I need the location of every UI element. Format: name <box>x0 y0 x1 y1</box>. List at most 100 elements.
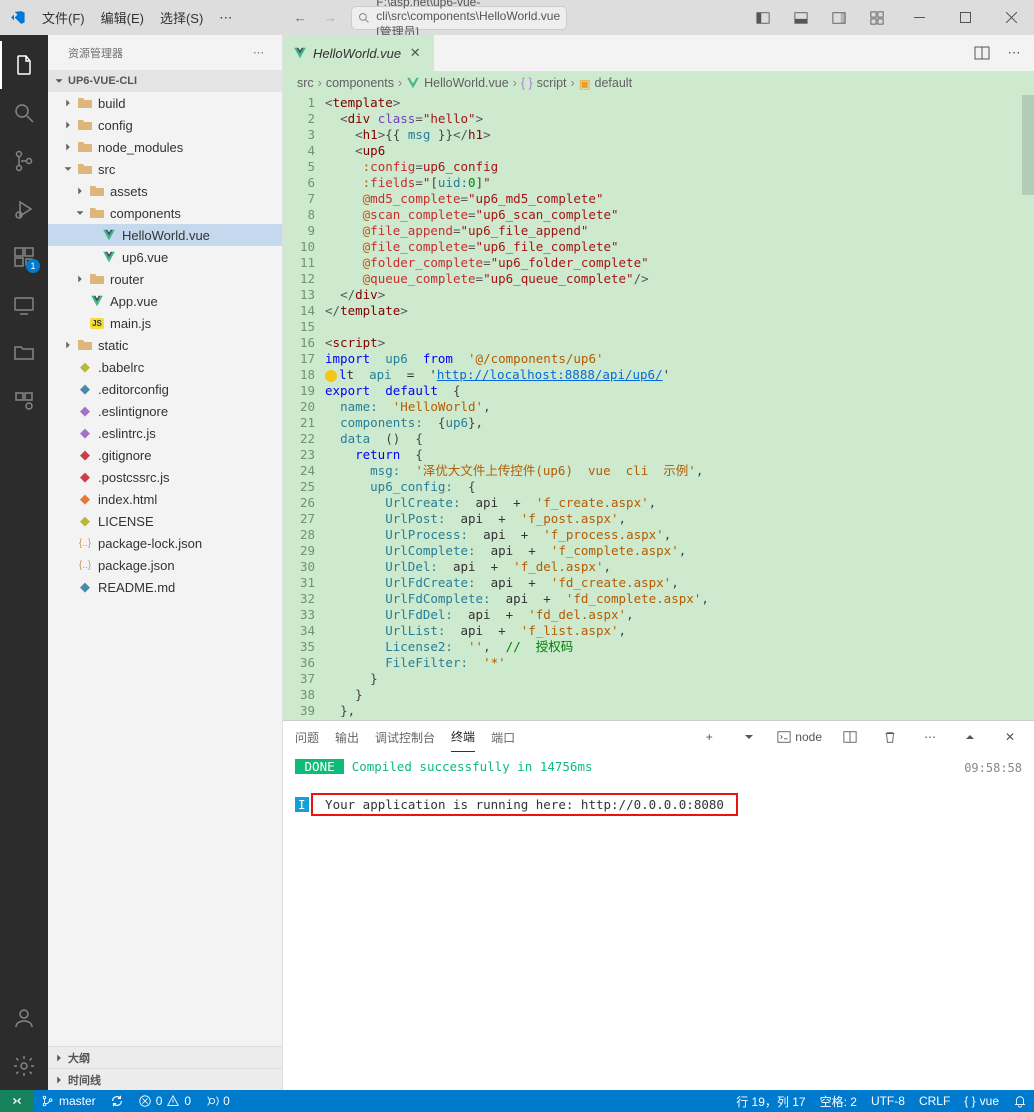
menu-file[interactable]: 文件(F) <box>34 0 93 35</box>
eol-button[interactable]: CRLF <box>912 1090 957 1112</box>
tab-terminal[interactable]: 终端 <box>451 722 475 752</box>
terminal-time: 09:58:58 <box>964 761 1022 775</box>
file-item[interactable]: up6.vue <box>48 246 282 268</box>
file-item[interactable]: ◆.eslintignore <box>48 400 282 422</box>
file-item[interactable]: ◆.postcssrc.js <box>48 466 282 488</box>
file-item[interactable]: ◆README.md <box>48 576 282 598</box>
folder-item[interactable]: assets <box>48 180 282 202</box>
menu-selection[interactable]: 选择(S) <box>152 0 211 35</box>
title-bar: 文件(F) 编辑(E) 选择(S) ⋯ ← → F:\asp.net\up6-v… <box>0 0 1034 35</box>
editor-actions: ⋯ <box>968 35 1034 71</box>
code-editor[interactable]: 1234567891011121314151617181920212223242… <box>283 95 1034 720</box>
editor-area: HelloWorld.vue ✕ ⋯ src› components› Hell… <box>283 35 1034 1090</box>
layout-toggle-sidebar-button[interactable] <box>744 0 782 35</box>
file-item[interactable]: {..}package-lock.json <box>48 532 282 554</box>
file-item[interactable]: ◆.eslintrc.js <box>48 422 282 444</box>
timeline-header[interactable]: 时间线 <box>48 1068 282 1090</box>
window-minimize-button[interactable] <box>896 0 942 35</box>
explorer-sidebar: 资源管理器 ⋯ UP6-VUE-CLI buildconfignode_modu… <box>48 35 283 1090</box>
terminal-profile[interactable]: node <box>777 730 822 744</box>
folder-item[interactable]: router <box>48 268 282 290</box>
breadcrumb[interactable]: src› components› HelloWorld.vue› { } scr… <box>283 71 1034 95</box>
folder-item[interactable]: node_modules <box>48 136 282 158</box>
ports-button[interactable]: 0 <box>198 1090 237 1112</box>
file-item[interactable]: App.vue <box>48 290 282 312</box>
tab-label: HelloWorld.vue <box>313 46 401 61</box>
activity-bar: 1 <box>0 35 48 1090</box>
menu-edit[interactable]: 编辑(E) <box>93 0 152 35</box>
folder-item[interactable]: static <box>48 334 282 356</box>
kill-terminal-button[interactable] <box>878 730 902 744</box>
split-editor-button[interactable] <box>968 39 996 67</box>
editor-more-button[interactable]: ⋯ <box>1000 39 1028 67</box>
search-icon <box>358 12 370 24</box>
nav-back-button[interactable]: ← <box>285 0 315 35</box>
terminal-tabs: 问题 输出 调试控制台 终端 端口 + node ⋯ ✕ <box>283 721 1034 753</box>
split-terminal-button[interactable] <box>838 730 862 744</box>
file-item[interactable]: HelloWorld.vue <box>48 224 282 246</box>
layout-toggle-secondary-button[interactable] <box>820 0 858 35</box>
file-item[interactable]: ◆.babelrc <box>48 356 282 378</box>
layout-customize-button[interactable] <box>858 0 896 35</box>
folder-item[interactable]: config <box>48 114 282 136</box>
tab-debugconsole[interactable]: 调试控制台 <box>375 723 435 752</box>
tab-output[interactable]: 输出 <box>335 723 359 752</box>
activity-debug-button[interactable] <box>0 185 48 233</box>
new-terminal-button[interactable]: + <box>697 730 721 744</box>
extensions-update-badge: 1 <box>26 259 40 273</box>
folder-item[interactable]: build <box>48 92 282 114</box>
window-maximize-button[interactable] <box>942 0 988 35</box>
errors-warnings-button[interactable]: 0 0 <box>131 1090 198 1112</box>
activity-extensions-button[interactable]: 1 <box>0 233 48 281</box>
explorer-title: 资源管理器 ⋯ <box>48 35 282 70</box>
activity-explorer-button[interactable] <box>0 41 48 89</box>
activity-settings-button[interactable] <box>0 1042 48 1090</box>
path-text: F:\asp.net\up6-vue-cli\src\components\He… <box>376 0 560 40</box>
spaces-button[interactable]: 空格: 2 <box>813 1090 864 1112</box>
activity-ext2-button[interactable] <box>0 377 48 425</box>
activity-scm-button[interactable] <box>0 137 48 185</box>
file-item[interactable]: ◆.editorconfig <box>48 378 282 400</box>
file-tree: buildconfignode_modulessrcassetscomponen… <box>48 92 282 1046</box>
activity-account-button[interactable] <box>0 994 48 1042</box>
sync-button[interactable] <box>103 1090 131 1112</box>
tab-close-button[interactable]: ✕ <box>407 45 423 61</box>
line-col-button[interactable]: 行 19，列 17 <box>729 1090 812 1112</box>
remote-button[interactable] <box>0 1090 34 1112</box>
nav-forward-button[interactable]: → <box>315 0 345 35</box>
maximize-terminal-button[interactable] <box>958 731 982 743</box>
terminal-more-button[interactable]: ⋯ <box>918 730 942 744</box>
vue-icon <box>406 76 420 90</box>
layout-toggle-panel-button[interactable] <box>782 0 820 35</box>
more-icon[interactable]: ⋯ <box>253 46 264 59</box>
tab-helloworld[interactable]: HelloWorld.vue ✕ <box>283 35 434 71</box>
file-item[interactable]: ◆LICENSE <box>48 510 282 532</box>
tab-ports[interactable]: 端口 <box>491 723 515 752</box>
status-bar: master 0 0 0 行 19，列 17 空格: 2 UTF-8 CRLF … <box>0 1090 1034 1112</box>
folder-item[interactable]: components <box>48 202 282 224</box>
tab-problems[interactable]: 问题 <box>295 723 319 752</box>
file-item[interactable]: ◆index.html <box>48 488 282 510</box>
branch-button[interactable]: master <box>34 1090 103 1112</box>
notifications-button[interactable] <box>1006 1090 1034 1112</box>
outline-header[interactable]: 大纲 <box>48 1046 282 1068</box>
terminal-panel: 问题 输出 调试控制台 终端 端口 + node ⋯ ✕ 09:58:58 <box>283 720 1034 1090</box>
file-item[interactable]: {..}package.json <box>48 554 282 576</box>
menu-more-icon[interactable]: ⋯ <box>211 10 240 26</box>
language-mode-button[interactable]: { } vue <box>957 1090 1006 1112</box>
activity-search-button[interactable] <box>0 89 48 137</box>
close-terminal-button[interactable]: ✕ <box>998 730 1022 744</box>
editor-tabs: HelloWorld.vue ✕ ⋯ <box>283 35 1034 71</box>
window-close-button[interactable] <box>988 0 1034 35</box>
minimap[interactable] <box>1022 95 1034 195</box>
activity-folder-button[interactable] <box>0 329 48 377</box>
file-item[interactable]: JSmain.js <box>48 312 282 334</box>
project-header[interactable]: UP6-VUE-CLI <box>48 70 282 92</box>
encoding-button[interactable]: UTF-8 <box>864 1090 912 1112</box>
folder-item[interactable]: src <box>48 158 282 180</box>
terminal-body[interactable]: 09:58:58 DONE Compiled successfully in 1… <box>283 753 1034 1090</box>
command-center[interactable]: F:\asp.net\up6-vue-cli\src\components\He… <box>351 6 567 30</box>
file-item[interactable]: ◆.gitignore <box>48 444 282 466</box>
activity-remote-button[interactable] <box>0 281 48 329</box>
terminal-dropdown-button[interactable] <box>737 732 761 742</box>
